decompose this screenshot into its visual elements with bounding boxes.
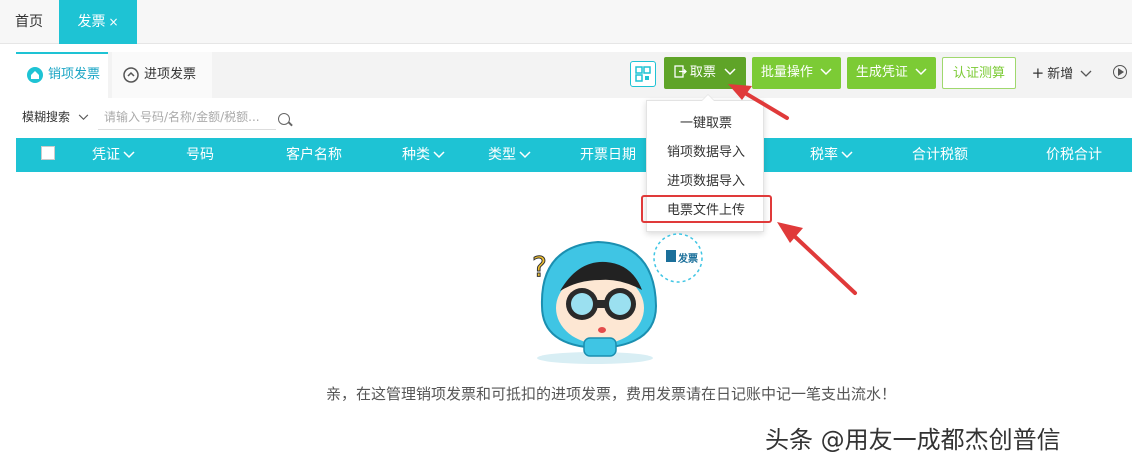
arrow-to-take-invoice — [728, 84, 789, 120]
watermark: 头条 @用友一成都杰创普信 — [765, 426, 1061, 454]
mascot-illustration: ? — [532, 233, 703, 364]
empty-state-message: 亲，在这管理销项发票和可抵扣的进项发票，费用发票请在日记账中记一笔支出流水！ — [325, 385, 896, 403]
bubble-label: 发票 — [678, 254, 698, 265]
arrow-to-upload-item — [777, 222, 857, 295]
